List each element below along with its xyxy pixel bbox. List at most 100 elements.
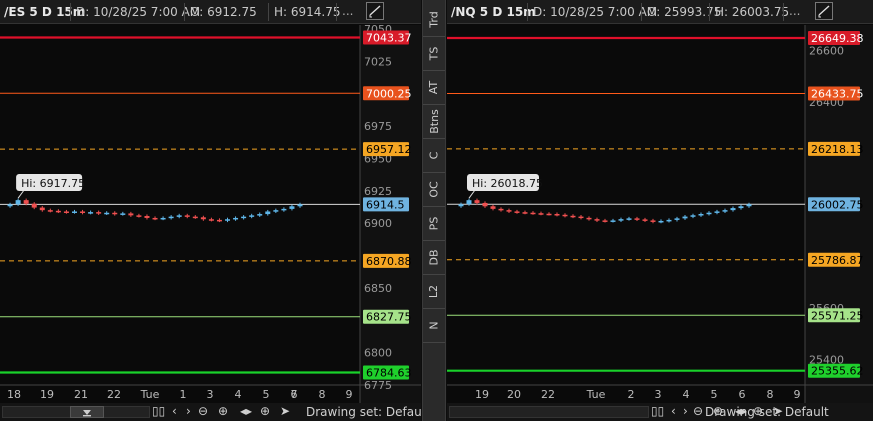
- scroll-right-icon[interactable]: ›: [683, 404, 688, 418]
- candle-body: [738, 206, 744, 209]
- drawing-tool-icon[interactable]: [815, 2, 833, 20]
- candle-body: [674, 218, 680, 220]
- header-divider: [709, 3, 710, 21]
- side-tab-label: C: [427, 151, 441, 159]
- candle-body: [144, 216, 150, 218]
- candle-body: [666, 219, 672, 222]
- scroll-thumb[interactable]: [70, 406, 104, 418]
- chart-header: /ES 5 D 15m D: 10/28/25 7:00 AM O: 6912.…: [0, 0, 421, 24]
- x-tick-label: 5: [711, 388, 718, 401]
- candle-body: [634, 218, 640, 220]
- side-tab-at[interactable]: AT: [423, 70, 445, 105]
- candle-body: [104, 212, 110, 215]
- candle-body: [200, 217, 206, 220]
- side-tab-c[interactable]: C: [423, 138, 445, 173]
- side-tab-label: Trd: [427, 10, 441, 28]
- drawing-set-label[interactable]: Drawing set: Default: [306, 405, 430, 419]
- drawing-tool-icon[interactable]: [366, 2, 384, 20]
- symbol-label[interactable]: /ES 5 D 15m: [4, 5, 85, 19]
- header-divider: [268, 3, 269, 21]
- x-tick-label: 1: [180, 388, 187, 401]
- candle-body: [714, 211, 720, 213]
- more-icon[interactable]: ...: [342, 4, 353, 18]
- scroll-left-icon[interactable]: ‹: [172, 404, 177, 418]
- x-tick-label: Tue: [586, 388, 606, 401]
- candle-body: [168, 216, 174, 219]
- high-readout: H: 6914.75: [274, 5, 341, 19]
- candle-body: [530, 212, 536, 215]
- candle-body: [152, 217, 158, 220]
- side-tab-oc[interactable]: OC: [423, 172, 445, 207]
- crosshair-icon[interactable]: ⊕: [260, 404, 270, 418]
- candle-body: [498, 208, 504, 211]
- side-tab-ts[interactable]: TS: [423, 36, 445, 71]
- side-tab-ps[interactable]: PS: [423, 206, 445, 241]
- candle-body: [249, 215, 255, 217]
- symbol-label[interactable]: /NQ 5 D 15m: [451, 5, 536, 19]
- candle-body: [192, 216, 198, 219]
- x-tick-label: 18: [7, 388, 21, 401]
- candle-body: [289, 206, 295, 209]
- more-icon[interactable]: ...: [789, 4, 800, 18]
- high-annotation-label: Hi: 6917.75: [21, 177, 85, 190]
- candle-body: [570, 215, 576, 218]
- candle-body: [506, 210, 512, 212]
- side-tab-strip: Trd TS AT Btns C OC PS DB L2 N: [422, 0, 446, 421]
- level-tag-label: 25571.25: [811, 309, 864, 322]
- scroll-left-icon[interactable]: ‹: [671, 404, 676, 418]
- candle-body: [642, 219, 648, 221]
- candle-body: [15, 200, 21, 205]
- candle-body: [257, 214, 263, 216]
- candle-body: [706, 212, 712, 215]
- candle-body: [120, 213, 126, 215]
- scroll-right-icon[interactable]: ›: [186, 404, 191, 418]
- es-chart[interactable]: 7050702569756950692569006850680067757043…: [0, 0, 421, 421]
- y-tick-label: 6900: [364, 217, 392, 230]
- zoom-out-icon[interactable]: ⊖: [198, 404, 208, 418]
- y-tick-label: 6975: [364, 120, 392, 133]
- side-tab-n[interactable]: N: [423, 308, 445, 343]
- candle-body: [658, 220, 664, 223]
- zoom-in-icon[interactable]: ⊕: [218, 404, 228, 418]
- header-divider: [336, 3, 337, 21]
- side-tab-l2[interactable]: L2: [423, 274, 445, 309]
- chart-footer: ▯▯ ‹ › ⊖ ⊕ ◂▸ ⊕ ➤ Drawing set: Default: [447, 403, 873, 421]
- candle-body: [233, 217, 239, 220]
- plot-area[interactable]: [447, 25, 805, 403]
- high-annotation-label: Hi: 26018.75: [472, 177, 543, 190]
- nq-chart[interactable]: 2660026400256002540026649.3826433.752621…: [447, 0, 873, 421]
- pause-icon[interactable]: ▯▯: [651, 404, 664, 418]
- plot-area[interactable]: [0, 25, 360, 403]
- cursor-icon[interactable]: ➤: [280, 404, 290, 418]
- x-tick-label: 20: [507, 388, 521, 401]
- date-readout: D: 10/28/25 7:00 AM: [76, 5, 201, 19]
- side-tab-db[interactable]: DB: [423, 240, 445, 275]
- candle-body: [618, 219, 624, 221]
- level-tag-label: 26649.38: [811, 32, 864, 45]
- price-axis[interactable]: [805, 25, 873, 403]
- pause-icon[interactable]: ▯▯: [152, 404, 165, 418]
- candle-body: [273, 210, 279, 212]
- zoom-out-icon[interactable]: ⊖: [693, 404, 703, 418]
- x-tick-label: 19: [40, 388, 54, 401]
- candle-body: [538, 213, 544, 215]
- side-tab-trd[interactable]: Trd: [423, 2, 445, 37]
- chart-panel-nq[interactable]: 2660026400256002540026649.3826433.752621…: [447, 0, 873, 421]
- x-tick-label: 2: [628, 388, 635, 401]
- drawing-set-label[interactable]: Drawing set: Default: [705, 405, 829, 419]
- horizontal-scrollbar[interactable]: [449, 406, 649, 418]
- x-tick-label: 8: [319, 388, 326, 401]
- x-tick-label: 4: [683, 388, 690, 401]
- side-tab-btns[interactable]: Btns: [423, 104, 445, 139]
- candle-body: [722, 210, 728, 212]
- chart-panel-es[interactable]: 7050 7025 6975 6950 6925 6900 6850 6800 6775 7043…: [0, 0, 430, 421]
- expand-horizontal-icon[interactable]: ◂▸: [240, 404, 252, 418]
- candle-body: [241, 216, 247, 219]
- candle-body: [47, 210, 53, 212]
- chart-header: /NQ 5 D 15m D: 10/28/25 7:00 AM O: 25993…: [447, 0, 873, 24]
- candle-body: [225, 219, 231, 221]
- candle-body: [690, 215, 696, 217]
- candle-body: [96, 212, 102, 214]
- side-tab-label: TS: [427, 46, 441, 60]
- header-divider: [184, 3, 185, 21]
